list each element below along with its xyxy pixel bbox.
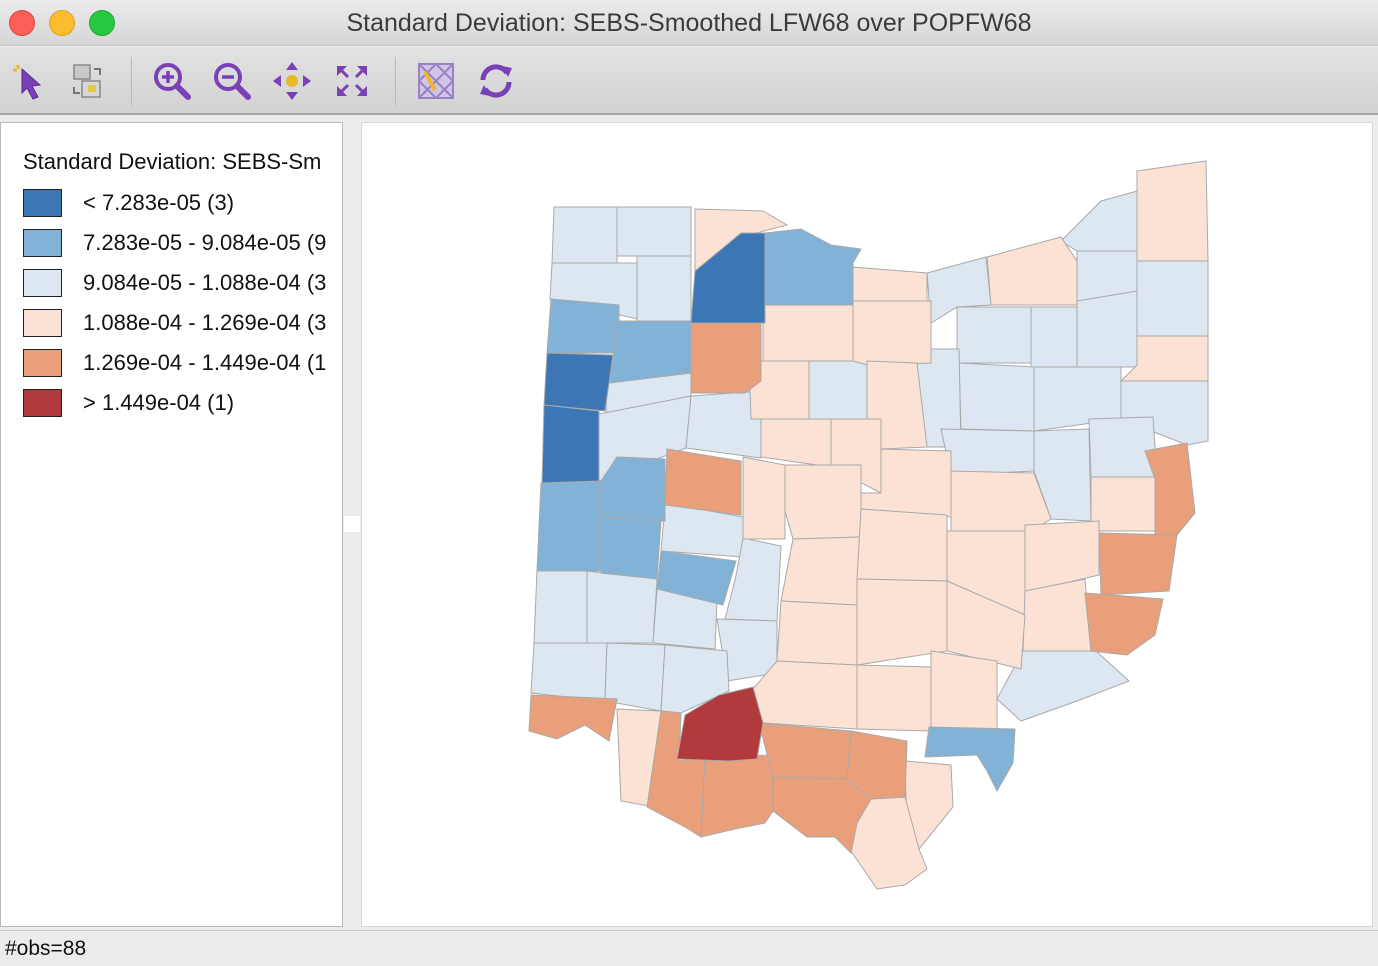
legend-swatch [23, 389, 62, 417]
legend-item-label: 1.269e-04 - 1.449e-04 (1 [83, 350, 327, 375]
map-county[interactable] [1136, 160, 1209, 262]
map-county[interactable] [1136, 260, 1209, 337]
zoom-in-icon [154, 63, 191, 100]
refresh-icon [480, 64, 512, 98]
selection-mode-button[interactable] [66, 59, 110, 103]
map-county[interactable] [956, 306, 1032, 364]
map-canvas[interactable] [361, 122, 1373, 927]
map-county[interactable] [930, 650, 998, 732]
map-county[interactable] [551, 206, 618, 264]
zoom-out-icon [214, 63, 251, 100]
toggle-layer-icon [418, 63, 454, 99]
legend-item-label: < 7.283e-05 (3) [83, 190, 235, 215]
title-bar: Standard Deviation: SEBS-Smoothed LFW68 … [0, 0, 1378, 46]
map-county[interactable] [1060, 190, 1138, 252]
legend-item[interactable]: 1.269e-04 - 1.449e-04 (1 [23, 349, 342, 377]
legend-item-label: > 1.449e-04 (1) [83, 390, 235, 415]
map-county[interactable] [528, 694, 618, 742]
map-county[interactable] [762, 304, 854, 362]
map-county[interactable] [536, 480, 602, 572]
map-county[interactable] [758, 722, 852, 780]
map-county[interactable] [664, 448, 742, 516]
map-county[interactable] [1088, 416, 1158, 478]
toolbar-divider [395, 57, 396, 107]
map-county[interactable] [808, 360, 868, 420]
map-county[interactable] [600, 456, 666, 522]
map-county[interactable] [776, 600, 858, 666]
pan-button[interactable] [270, 59, 314, 103]
fit-extent-icon [337, 66, 367, 96]
map-county[interactable] [1084, 592, 1164, 656]
pan-icon [273, 62, 311, 100]
map-county[interactable] [1076, 290, 1138, 368]
legend-title: Standard Deviation: SEBS-Sm [23, 149, 322, 174]
map-county[interactable] [852, 300, 932, 366]
ohio-county-map [528, 160, 1209, 890]
map-county[interactable] [700, 754, 774, 838]
map-county[interactable] [1090, 476, 1156, 532]
zoom-in-button[interactable] [150, 59, 194, 103]
legend-item[interactable]: 9.084e-05 - 1.088e-04 (3 [23, 269, 342, 297]
status-bar: #obs=88 [0, 930, 1378, 966]
map-county[interactable] [1098, 532, 1178, 596]
map-county[interactable] [636, 255, 692, 322]
map-county[interactable] [543, 352, 614, 412]
legend-item-label: 9.084e-05 - 1.088e-04 (3 [83, 270, 327, 295]
select-tool-button[interactable] [8, 59, 52, 103]
legend-item[interactable]: > 1.449e-04 (1) [23, 389, 342, 417]
legend-item-label: 1.088e-04 - 1.269e-04 (3 [83, 310, 327, 335]
map-county[interactable] [784, 464, 862, 540]
fit-extent-button[interactable] [330, 59, 374, 103]
zoom-out-button[interactable] [210, 59, 254, 103]
window-title: Standard Deviation: SEBS-Smoothed LFW68 … [346, 9, 1032, 37]
selection-mode-icon [73, 64, 101, 98]
map-county[interactable] [1030, 306, 1078, 370]
map-county[interactable] [958, 362, 1035, 432]
legend-swatch [23, 349, 62, 377]
map-county[interactable] [616, 206, 692, 257]
legend-item[interactable]: 7.283e-05 - 9.084e-05 (9 [23, 229, 342, 257]
refresh-button[interactable] [474, 59, 518, 103]
map-county[interactable] [856, 508, 948, 582]
map-county[interactable] [986, 236, 1078, 306]
map-county[interactable] [1022, 578, 1092, 652]
map-county[interactable] [685, 390, 762, 459]
map-county[interactable] [752, 660, 858, 730]
map-county[interactable] [690, 322, 762, 394]
select-tool-icon [13, 65, 42, 100]
map-county[interactable] [586, 570, 658, 644]
map-toolbar [0, 47, 1378, 115]
toggle-layer-button[interactable] [414, 59, 458, 103]
map-county[interactable] [764, 228, 862, 306]
observation-count: #obs=88 [5, 937, 87, 960]
toolbar-divider [131, 57, 132, 107]
map-county[interactable] [940, 428, 1035, 476]
map-county[interactable] [530, 642, 608, 702]
legend-item[interactable]: 1.088e-04 - 1.269e-04 (3 [23, 309, 342, 337]
legend-swatch [23, 269, 62, 297]
map-county[interactable] [950, 470, 1052, 532]
map-county[interactable] [546, 298, 620, 354]
legend-swatch [23, 229, 62, 257]
map-county[interactable] [541, 404, 600, 484]
map-county[interactable] [780, 536, 862, 606]
legend-swatch [23, 189, 62, 217]
map-county[interactable] [600, 516, 662, 580]
legend-item[interactable]: < 7.283e-05 (3) [23, 189, 342, 217]
map-county[interactable] [608, 320, 692, 384]
legend-item-label: 7.283e-05 - 9.084e-05 (9 [83, 230, 327, 255]
map-county[interactable] [852, 266, 928, 304]
legend-swatch [23, 309, 62, 337]
map-county[interactable] [856, 664, 932, 732]
app-window: Standard Deviation: SEBS-Smoothed LFW68 … [0, 0, 1378, 966]
splitter-handle[interactable] [344, 516, 360, 532]
legend-panel[interactable]: Standard Deviation: SEBS-Sm < 7.283e-05 … [0, 122, 343, 927]
map-county[interactable] [742, 456, 786, 540]
map-county[interactable] [760, 418, 832, 468]
map-county[interactable] [533, 569, 588, 644]
